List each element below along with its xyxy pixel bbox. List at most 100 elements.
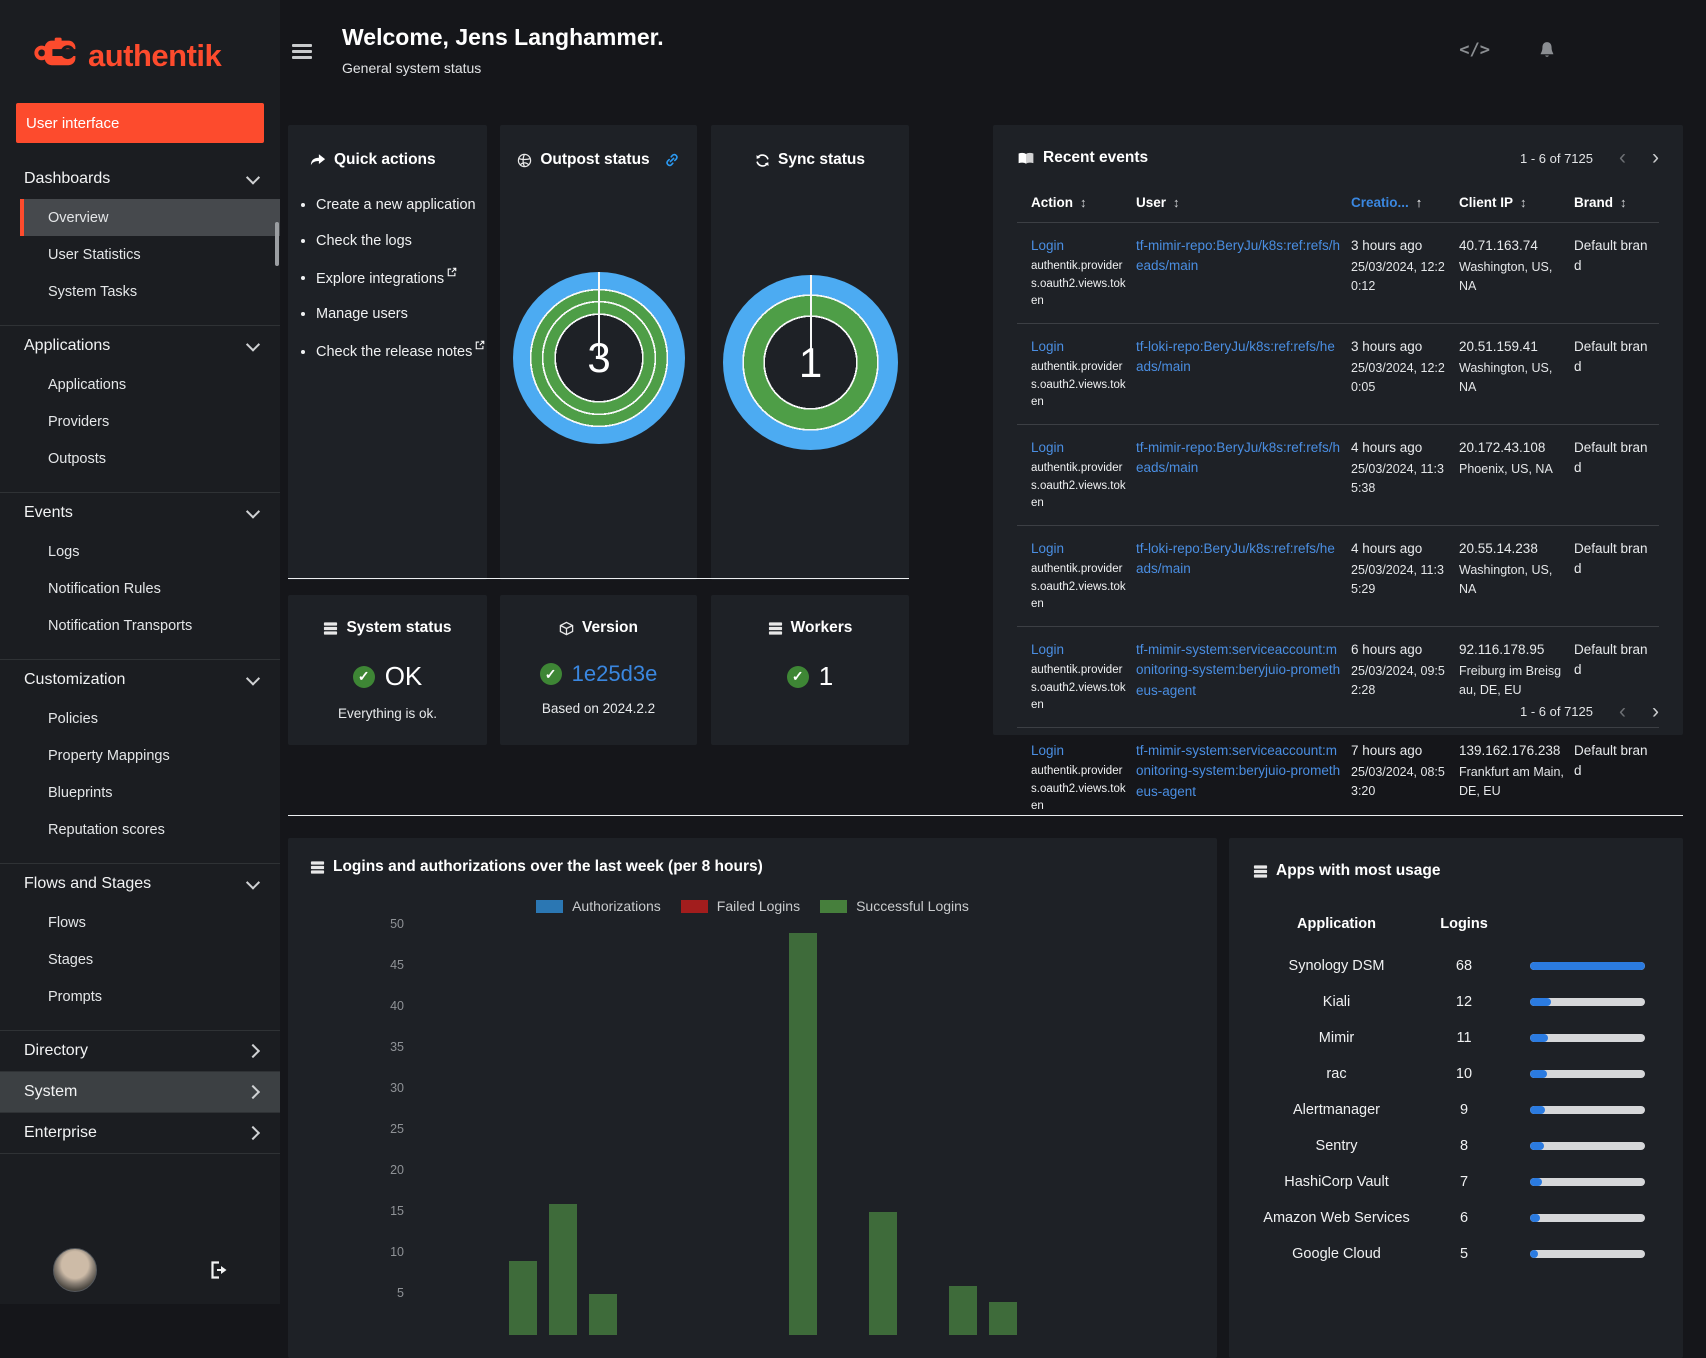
user-interface-button[interactable]: User interface — [16, 103, 264, 143]
sort-icon: ↕ — [1620, 195, 1627, 210]
event-user-link[interactable]: tf-mimir-repo:BeryJu/k8s:ref:refs/heads/… — [1136, 440, 1340, 475]
sidebar-item-logs[interactable]: Logs — [0, 533, 280, 570]
external-link-icon — [447, 267, 457, 277]
app-name: Sentry — [1315, 1138, 1358, 1154]
sidebar-item-notification-rules[interactable]: Notification Rules — [0, 570, 280, 607]
quick-action-create-application[interactable]: Create a new application — [316, 195, 487, 217]
system-status-caption: Everything is ok. — [337, 706, 438, 721]
sidebar-item-providers[interactable]: Providers — [0, 403, 280, 440]
nav-header-flows-and-stages[interactable]: Flows and Stages — [0, 864, 280, 904]
workers-value: 1 — [818, 661, 834, 691]
event-time-relative: 4 hours ago — [1351, 440, 1423, 455]
event-user-link[interactable]: tf-mimir-system:serviceaccount:monitorin… — [1136, 743, 1340, 799]
sidebar-item-notification-transports[interactable]: Notification Transports — [0, 607, 280, 644]
event-time-absolute: 25/03/2024, 12:20:05 — [1351, 361, 1445, 394]
app-logins: 11 — [1456, 1030, 1472, 1046]
sidebar-item-blueprints[interactable]: Blueprints — [0, 774, 280, 811]
app-name: Google Cloud — [1292, 1246, 1381, 1262]
event-brand: Default brand — [1574, 642, 1648, 678]
column-header-creation[interactable]: Creatio... ↑ — [1351, 185, 1459, 222]
nav-header-directory[interactable]: Directory — [0, 1031, 280, 1071]
column-header-action[interactable]: Action ↕ — [1017, 185, 1136, 222]
nav-header-events[interactable]: Events — [0, 493, 280, 533]
app-logins: 12 — [1455, 994, 1473, 1010]
sidebar-item-user-statistics[interactable]: User Statistics — [0, 236, 280, 273]
nav-header-enterprise[interactable]: Enterprise — [0, 1113, 280, 1153]
sidebar-item-flows[interactable]: Flows — [0, 904, 280, 941]
outpost-status-title: Outpost status — [500, 125, 697, 169]
sidebar-item-property-mappings[interactable]: Property Mappings — [0, 737, 280, 774]
workers-card: Workers ✓ 1 — [711, 595, 909, 745]
quick-action-release-notes[interactable]: Check the release notes — [316, 340, 487, 364]
sidebar-item-applications[interactable]: Applications — [0, 366, 280, 403]
sidebar-item-overview[interactable]: Overview — [20, 199, 280, 236]
sidebar-scrollbar-thumb[interactable] — [275, 222, 279, 266]
nav-section-applications: Applications Applications Providers Outp… — [0, 326, 280, 493]
column-header-brand[interactable]: Brand ↕ — [1574, 185, 1659, 222]
app-logins: 5 — [1459, 1246, 1469, 1262]
logout-icon[interactable] — [209, 1260, 231, 1280]
sync-status-card: Sync status 1 — [711, 125, 909, 580]
recent-events-panel: Recent events 1 - 6 of 7125 ‹ › Action ↕ … — [993, 125, 1683, 812]
check-circle-icon: ✓ — [539, 663, 562, 685]
event-action-link[interactable]: Login — [1031, 339, 1064, 354]
event-user-link[interactable]: tf-loki-repo:BeryJu/k8s:ref:refs/heads/m… — [1136, 541, 1335, 576]
avatar[interactable] — [53, 1248, 97, 1292]
pagination-next-icon[interactable]: › — [1652, 147, 1659, 168]
event-brand: Default brand — [1574, 440, 1648, 476]
event-action-link[interactable]: Login — [1031, 743, 1064, 758]
version-caption: Based on 2024.2.2 — [541, 701, 656, 716]
successful-logins-bar — [509, 1261, 537, 1335]
page-subtitle: General system status — [342, 60, 482, 76]
open-book-icon — [1017, 151, 1035, 166]
nav-header-system[interactable]: System — [0, 1072, 280, 1112]
apps-usage-card: Apps with most usage Application Logins … — [1229, 838, 1683, 1358]
hamburger-menu-icon[interactable] — [292, 44, 312, 62]
usage-bar — [1530, 1070, 1645, 1078]
sidebar-item-outposts[interactable]: Outposts — [0, 440, 280, 477]
quick-action-check-logs[interactable]: Check the logs — [316, 231, 487, 253]
y-axis-tick-label: 40 — [390, 999, 404, 1013]
nav-header-customization[interactable]: Customization — [0, 660, 280, 700]
sidebar-item-reputation-scores[interactable]: Reputation scores — [0, 811, 280, 848]
pagination-prev-icon[interactable]: ‹ — [1619, 701, 1626, 722]
event-action-link[interactable]: Login — [1031, 541, 1064, 556]
version-value-link[interactable]: 1e25d3e — [572, 661, 658, 687]
column-header-client-ip[interactable]: Client IP ↕ — [1459, 185, 1574, 222]
event-action-link[interactable]: Login — [1031, 440, 1064, 455]
api-code-icon[interactable]: </> — [1459, 40, 1490, 60]
page-title: Welcome, Jens Langhammer. — [342, 24, 664, 50]
sidebar-item-stages[interactable]: Stages — [0, 941, 280, 978]
nav-section-events: Events Logs Notification Rules Notificat… — [0, 493, 280, 660]
sidebar-item-prompts[interactable]: Prompts — [0, 978, 280, 1015]
event-user-link[interactable]: tf-mimir-repo:BeryJu/k8s:ref:refs/heads/… — [1136, 238, 1340, 273]
event-location: Washington, US, NA — [1459, 563, 1553, 596]
check-circle-icon: ✓ — [786, 665, 809, 688]
event-user-link[interactable]: tf-loki-repo:BeryJu/k8s:ref:refs/heads/m… — [1136, 339, 1335, 374]
successful-logins-bar — [549, 1203, 577, 1335]
quick-action-manage-users[interactable]: Manage users — [316, 304, 487, 326]
pagination-next-icon[interactable]: › — [1652, 701, 1659, 722]
notification-bell-icon[interactable] — [1538, 41, 1556, 60]
sidebar-item-policies[interactable]: Policies — [0, 700, 280, 737]
successful-logins-bar — [869, 1212, 897, 1335]
nav-section-dashboards: Dashboards Overview User Statistics Syst… — [0, 159, 280, 326]
event-time-relative: 3 hours ago — [1351, 238, 1423, 253]
event-action-link[interactable]: Login — [1031, 642, 1064, 657]
quick-action-explore-integrations[interactable]: Explore integrations — [316, 267, 487, 291]
sidebar-item-system-tasks[interactable]: System Tasks — [0, 273, 280, 310]
event-location: Washington, US, NA — [1459, 361, 1553, 394]
chevron-right-icon — [245, 1043, 261, 1059]
event-time-relative: 7 hours ago — [1351, 743, 1423, 758]
link-icon[interactable] — [664, 152, 680, 168]
sync-status-value: 1 — [798, 338, 823, 386]
event-action-link[interactable]: Login — [1031, 238, 1064, 253]
column-header-user[interactable]: User ↕ — [1136, 185, 1351, 222]
nav-header-applications[interactable]: Applications — [0, 326, 280, 366]
event-user-link[interactable]: tf-mimir-system:serviceaccount:monitorin… — [1136, 642, 1340, 698]
event-location: Freiburg im Breisgau, DE, EU — [1459, 664, 1562, 697]
pagination-prev-icon[interactable]: ‹ — [1619, 147, 1626, 168]
system-status-value-row: ✓ OK — [288, 661, 487, 692]
nav-header-dashboards[interactable]: Dashboards — [0, 159, 280, 199]
chevron-right-icon — [245, 1084, 261, 1100]
